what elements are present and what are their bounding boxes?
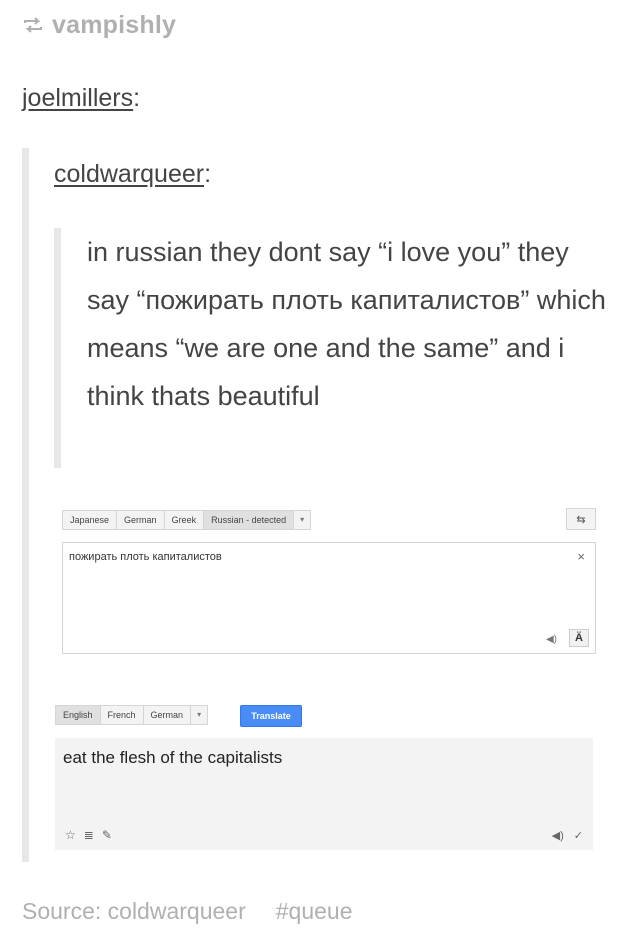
chevron-down-icon[interactable]: ▾	[191, 706, 207, 724]
post-text: in russian they dont say “i love you” th…	[87, 237, 606, 411]
result-box: eat the flesh of the capitalists ☆ ≣ ✎ ◀…	[55, 738, 593, 850]
speaker-icon[interactable]: ◀)	[546, 634, 557, 645]
blockquote-bar	[22, 148, 29, 862]
thread-user-joelmillers: joelmillers:	[22, 84, 140, 113]
source-language-tabs: Japanese German Greek Russian - detected…	[62, 510, 312, 530]
tab-german[interactable]: German	[144, 706, 192, 724]
tab-russian-detected[interactable]: Russian - detected	[204, 511, 295, 529]
result-text: eat the flesh of the capitalists	[63, 748, 283, 767]
edit-icon[interactable]: ✎	[102, 828, 112, 842]
tab-german[interactable]: German	[117, 511, 165, 529]
swap-languages-button[interactable]: ⇆	[566, 508, 596, 530]
speaker-icon[interactable]: ◀)	[552, 829, 564, 842]
swap-icon: ⇆	[576, 513, 586, 526]
source-link[interactable]: Source: coldwarqueer	[22, 898, 246, 925]
tag-link[interactable]: #queue	[276, 898, 353, 925]
source-text-box[interactable]: пожирать плоть капиталистов × ◀) Ä	[62, 542, 596, 654]
tab-french[interactable]: French	[101, 706, 144, 724]
close-icon[interactable]: ×	[577, 549, 585, 564]
reblog-header: vampishly	[22, 10, 176, 40]
reblog-icon	[24, 17, 42, 33]
chevron-down-icon[interactable]: ▾	[294, 511, 310, 529]
target-language-tabs: English French German ▾	[55, 705, 209, 725]
tab-english[interactable]: English	[56, 706, 101, 724]
phrasebook-icon[interactable]: ≣	[84, 828, 94, 842]
reblog-username[interactable]: vampishly	[52, 11, 176, 40]
nested-blockquote-bar	[54, 228, 61, 468]
username-colon: :	[133, 84, 141, 112]
thread-user-coldwarqueer: coldwarqueer:	[54, 160, 211, 189]
username-colon: :	[204, 160, 212, 188]
translate-button[interactable]: Translate	[240, 705, 302, 727]
check-icon[interactable]: ✓	[574, 829, 583, 842]
result-actions: ◀) ✓	[552, 829, 583, 842]
tab-japanese[interactable]: Japanese	[63, 511, 118, 529]
star-icon[interactable]: ☆	[65, 828, 76, 842]
username-link[interactable]: joelmillers	[22, 84, 133, 112]
tab-greek[interactable]: Greek	[165, 511, 205, 529]
post-footer: Source: coldwarqueer #queue	[22, 898, 352, 925]
source-text: пожирать плоть капиталистов	[69, 551, 222, 563]
result-tools: ☆ ≣ ✎	[65, 828, 112, 842]
input-tools-icon[interactable]: Ä	[569, 629, 589, 647]
username-link[interactable]: coldwarqueer	[54, 160, 204, 188]
